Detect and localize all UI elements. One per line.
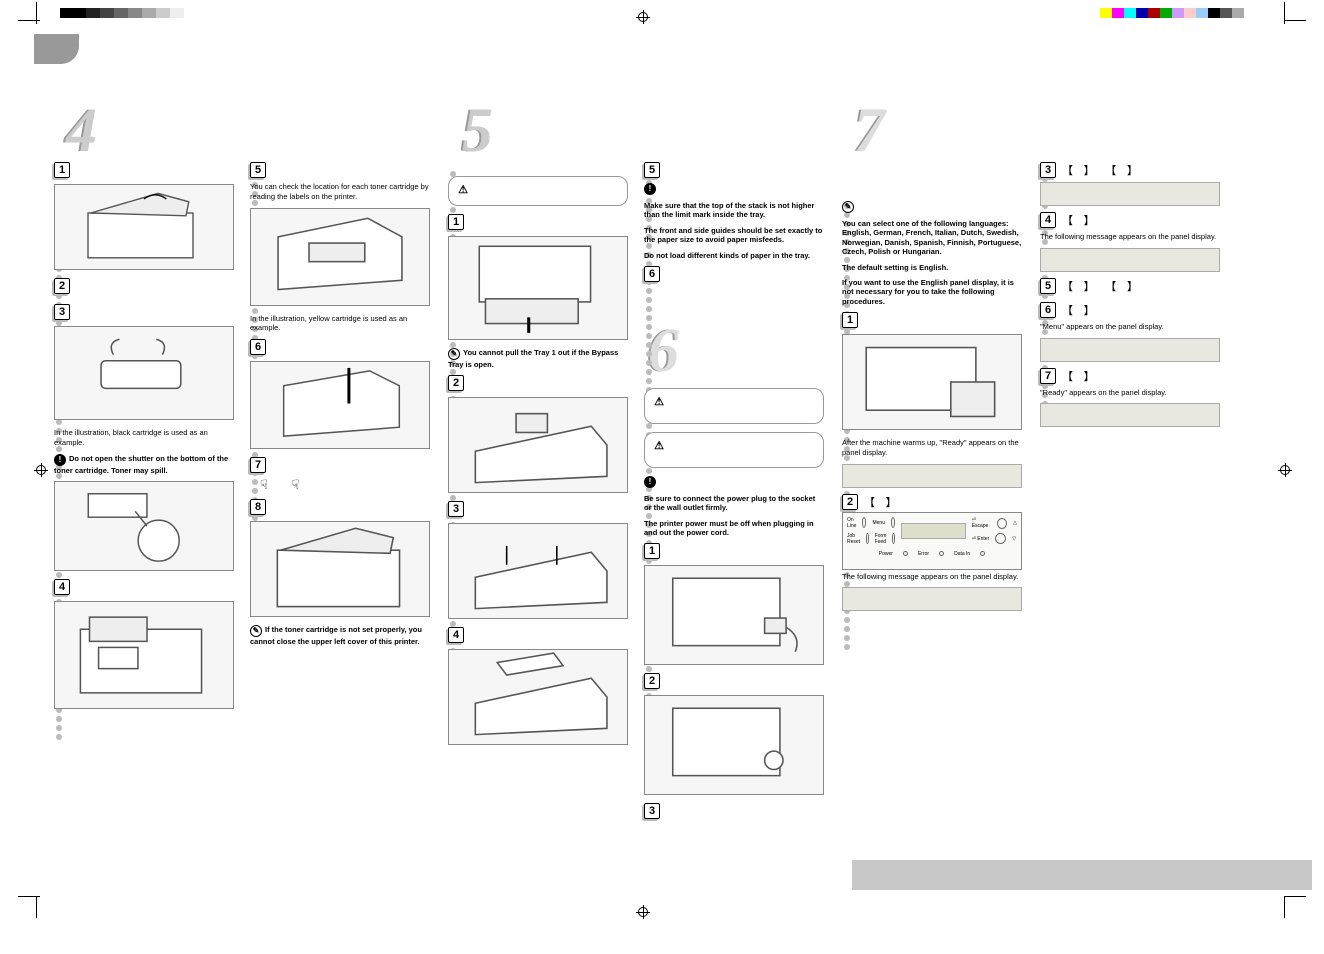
step-badge: 4 bbox=[448, 627, 464, 643]
color-bar bbox=[1100, 8, 1244, 18]
lcd-display bbox=[842, 587, 1022, 611]
lcd-display bbox=[1040, 403, 1220, 427]
printer-panel-illustration bbox=[842, 334, 1022, 430]
power-switch-illustration bbox=[644, 695, 824, 795]
registration-mark-top bbox=[636, 10, 650, 24]
step-badge: 2 bbox=[644, 673, 660, 689]
section-number-5: 5 bbox=[462, 96, 493, 167]
crop-mark bbox=[18, 896, 40, 918]
caption: After the machine warms up, "Ready" appe… bbox=[842, 438, 1022, 458]
cartridge-seat-illustration bbox=[250, 208, 430, 306]
note-text: Make sure that the top of the stack is n… bbox=[644, 201, 824, 220]
caption: The following message appears on the pan… bbox=[842, 572, 1022, 582]
section-number-7: 7 bbox=[854, 96, 885, 167]
pull-tray-illustration bbox=[448, 236, 628, 340]
step-badge: 7 bbox=[250, 457, 266, 473]
warning-icon bbox=[653, 441, 665, 453]
step-badge: 3 bbox=[54, 304, 70, 320]
step-badge: 5 bbox=[644, 162, 660, 178]
warning-text: Do not open the shutter on the bottom of… bbox=[54, 454, 228, 475]
pencil-icon: ✎ bbox=[250, 625, 262, 637]
step-badge: 3 bbox=[644, 803, 660, 819]
control-panel-diagram: On LineMenu Job ResetForm Feed ⏎ Escape△… bbox=[842, 512, 1022, 570]
step-badge: 5 bbox=[250, 162, 266, 178]
important-icon: ! bbox=[644, 476, 656, 488]
caption: In the illustration, black cartridge is … bbox=[54, 428, 234, 448]
step-badge: 4 bbox=[54, 579, 70, 595]
key-bracket: 【 】 【 】 bbox=[1062, 162, 1140, 178]
lcd-display bbox=[1040, 182, 1220, 206]
step-badge: 6 bbox=[644, 266, 660, 282]
note-text: You cannot pull the Tray 1 out if the By… bbox=[448, 348, 618, 369]
caption: In the illustration, yellow cartridge is… bbox=[250, 314, 430, 334]
key-bracket: 【 】 bbox=[864, 494, 899, 510]
tint-scale bbox=[86, 8, 184, 18]
step-badge: 1 bbox=[54, 162, 70, 178]
crop-mark bbox=[1284, 896, 1306, 918]
lcd-display bbox=[1040, 248, 1220, 272]
cartridge-bottom-illustration bbox=[54, 481, 234, 571]
pencil-icon: ✎ bbox=[842, 201, 854, 213]
warning-callout bbox=[644, 388, 824, 424]
registration-mark-bottom bbox=[636, 905, 650, 919]
tray-guide-illustration bbox=[448, 523, 628, 619]
warning-callout bbox=[448, 176, 628, 206]
step-badge: 1 bbox=[842, 312, 858, 328]
key-bracket: 【 】 bbox=[1062, 212, 1097, 228]
note-text: If the toner cartridge is not set proper… bbox=[250, 625, 422, 646]
cartridge-tape-illustration bbox=[250, 361, 430, 449]
plug-cord-illustration bbox=[644, 565, 824, 665]
step-badge: 3 bbox=[448, 501, 464, 517]
lcd-display bbox=[842, 464, 1022, 488]
warning-icon bbox=[457, 185, 469, 197]
key-bracket: 【 】 bbox=[1062, 368, 1097, 384]
fold-arrow-icon bbox=[34, 34, 79, 64]
crop-mark bbox=[1284, 2, 1306, 24]
warning-callout bbox=[644, 432, 824, 468]
step-badge: 6 bbox=[250, 339, 266, 355]
load-paper-illustration bbox=[448, 649, 628, 745]
note-text: The front and side guides should be set … bbox=[644, 226, 824, 245]
step-badge: 1 bbox=[448, 214, 464, 230]
tray-lift-illustration bbox=[448, 397, 628, 493]
intro-text: You can check the location for each tone… bbox=[250, 182, 430, 202]
step-badge: 2 bbox=[448, 375, 464, 391]
printer-open-cover-illustration bbox=[54, 184, 234, 270]
step-badge: 8 bbox=[250, 499, 266, 515]
note-text: The printer power must be off when plugg… bbox=[644, 519, 824, 538]
caption: "Menu" appears on the panel display. bbox=[1040, 322, 1220, 332]
warning-icon bbox=[653, 397, 665, 409]
step-badge: 3 bbox=[1040, 162, 1056, 178]
step-badge: 2 bbox=[842, 494, 858, 510]
important-icon: ! bbox=[644, 183, 656, 195]
printer-insert-cartridge-illustration bbox=[54, 601, 234, 709]
step-badge: 1 bbox=[644, 543, 660, 559]
step-badge: 4 bbox=[1040, 212, 1056, 228]
step-badge: 7 bbox=[1040, 368, 1056, 384]
cartridge-shake-illustration bbox=[54, 326, 234, 420]
click-icons: ☟ ☟ bbox=[260, 477, 430, 493]
important-icon: ! bbox=[54, 454, 66, 466]
step-badge: 5 bbox=[1040, 278, 1056, 294]
note-text: Be sure to connect the power plug to the… bbox=[644, 494, 824, 513]
footer-strip bbox=[852, 860, 1312, 890]
lcd-display bbox=[1040, 338, 1220, 362]
note-text: You can select one of the following lang… bbox=[842, 219, 1022, 257]
caption: "Ready" appears on the panel display. bbox=[1040, 388, 1220, 398]
step-badge: 6 bbox=[1040, 302, 1056, 318]
registration-mark-right bbox=[1278, 463, 1292, 477]
note-text: The default setting is English. bbox=[842, 263, 1022, 272]
note-text: Do not load different kinds of paper in … bbox=[644, 251, 824, 260]
caption: The following message appears on the pan… bbox=[1040, 232, 1220, 242]
step-badge: 2 bbox=[54, 278, 70, 294]
key-bracket: 【 】 bbox=[1062, 302, 1097, 318]
crop-mark bbox=[18, 2, 40, 24]
close-cover-illustration bbox=[250, 521, 430, 617]
key-bracket: 【 】 【 】 bbox=[1062, 278, 1140, 294]
registration-mark-left bbox=[34, 463, 48, 477]
section-number-4: 4 bbox=[66, 96, 97, 167]
pencil-icon: ✎ bbox=[448, 348, 460, 360]
note-text: If you want to use the English panel dis… bbox=[842, 278, 1022, 306]
